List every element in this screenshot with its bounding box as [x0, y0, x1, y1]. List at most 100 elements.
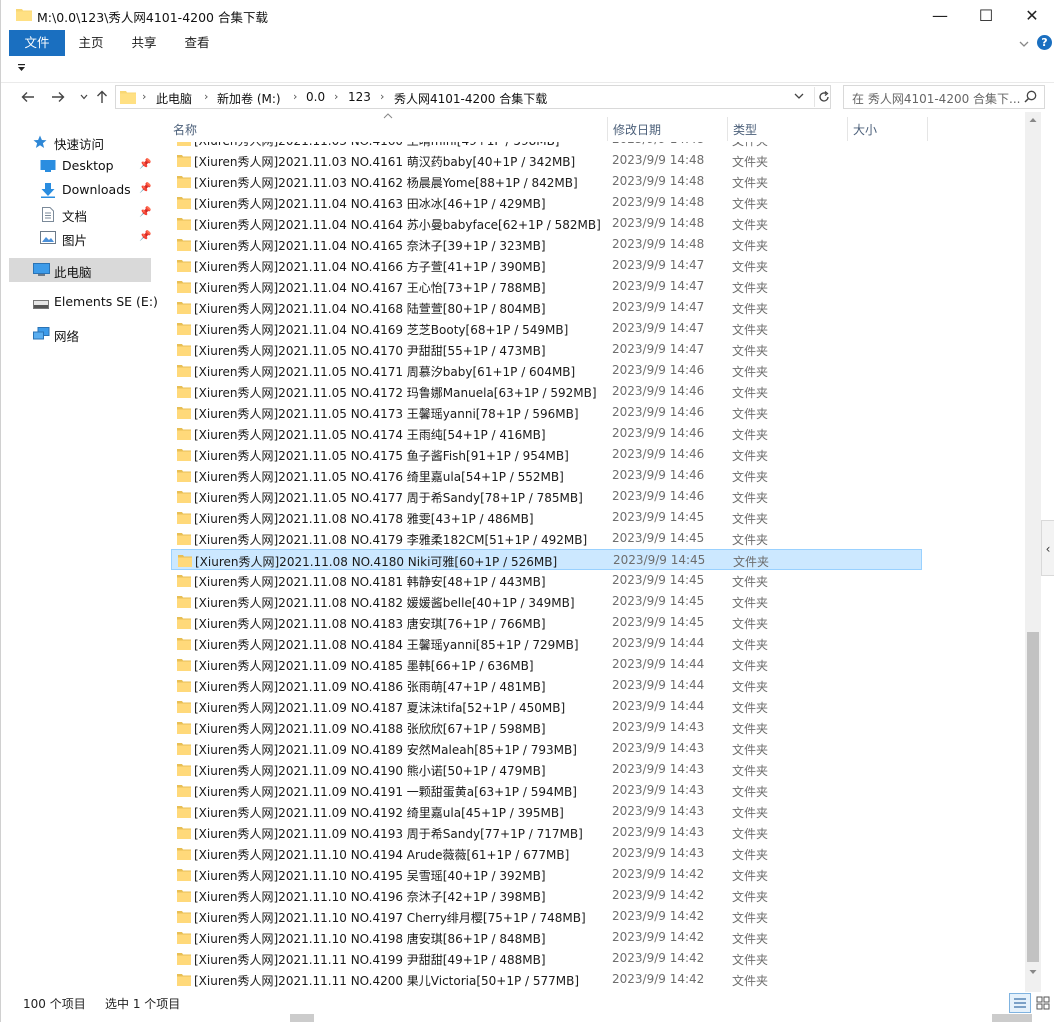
file-row[interactable]: [Xiuren秀人网]2021.11.08 NO.4178 雅雯[43+1P /… — [171, 507, 922, 528]
breadcrumb-folder-123[interactable]: 123 — [348, 90, 371, 104]
nav-item-pictures[interactable]: 图片 📌 — [9, 226, 151, 250]
tab-file[interactable]: 文件 — [9, 30, 65, 56]
file-row[interactable]: [Xiuren秀人网]2021.11.08 NO.4183 唐安琪[76+1P … — [171, 612, 922, 633]
up-arrow-icon[interactable] — [91, 86, 113, 108]
nav-item-this-pc[interactable]: 此电脑 — [9, 258, 151, 282]
pin-icon[interactable]: 📌 — [139, 207, 151, 218]
tab-home[interactable]: 主页 — [67, 30, 115, 56]
file-row[interactable]: [Xiuren秀人网]2021.11.03 NO.4161 萌汉药baby[40… — [171, 150, 922, 171]
scroll-down-icon[interactable] — [1025, 968, 1041, 980]
column-divider[interactable] — [727, 117, 728, 141]
breadcrumb-chevron-icon[interactable]: › — [334, 90, 338, 103]
breadcrumb-current-folder[interactable]: 秀人网4101-4200 合集下载 — [394, 90, 547, 107]
tab-view[interactable]: 查看 — [171, 30, 223, 56]
breadcrumb-this-pc[interactable]: 此电脑 — [156, 90, 192, 107]
vertical-scrollbar[interactable] — [1025, 112, 1041, 992]
nav-item-network[interactable]: 网络 — [9, 322, 151, 346]
file-row[interactable]: [Xiuren秀人网]2021.11.05 NO.4170 尹甜甜[55+1P … — [171, 339, 922, 360]
breadcrumb-drive[interactable]: 新加卷 (M:) — [217, 90, 281, 107]
file-row[interactable]: [Xiuren秀人网]2021.11.04 NO.4169 芝芝Booty[68… — [171, 318, 922, 339]
file-row[interactable]: [Xiuren秀人网]2021.11.09 NO.4191 一颗甜蛋黄a[63+… — [171, 780, 922, 801]
breadcrumb-chevron-icon[interactable]: › — [204, 90, 208, 103]
maximize-button[interactable]: ☐ — [963, 0, 1009, 30]
refresh-icon[interactable] — [814, 87, 833, 107]
nav-item-desktop[interactable]: Desktop 📌 — [9, 154, 151, 178]
file-row[interactable]: [Xiuren秀人网]2021.11.10 NO.4197 Cherry绯月樱[… — [171, 906, 922, 927]
details-view-icon[interactable] — [1009, 993, 1031, 1013]
nav-item-documents[interactable]: 文档 📌 — [9, 202, 151, 226]
file-row[interactable]: [Xiuren秀人网]2021.11.04 NO.4164 苏小曼babyfac… — [171, 213, 922, 234]
search-box[interactable]: 在 秀人网4101-4200 合集下... — [843, 85, 1045, 109]
file-row[interactable]: [Xiuren秀人网]2021.11.04 NO.4165 奈沐子[39+1P … — [171, 234, 922, 255]
column-header-type[interactable]: 类型 — [733, 121, 757, 138]
pin-icon[interactable]: 📌 — [139, 183, 151, 194]
file-row[interactable]: [Xiuren秀人网]2021.11.09 NO.4185 墨韩[66+1P /… — [171, 654, 922, 675]
preview-pane-toggle-chevron-left-icon[interactable]: ‹ — [1041, 520, 1054, 576]
file-row[interactable]: [Xiuren秀人网]2021.11.05 NO.4177 周于希Sandy[7… — [171, 486, 922, 507]
file-row[interactable]: [Xiuren秀人网]2021.11.08 NO.4180 Niki可雅[60+… — [171, 549, 922, 570]
breadcrumb-chevron-icon[interactable]: › — [380, 90, 384, 103]
file-name: [Xiuren秀人网]2021.11.10 NO.4196 奈沐子[42+1P … — [194, 890, 546, 904]
nav-item-quick-access[interactable]: 快速访问 — [9, 130, 151, 154]
file-row[interactable]: [Xiuren秀人网]2021.11.08 NO.4182 媛媛酱belle[4… — [171, 591, 922, 612]
file-row[interactable]: [Xiuren秀人网]2021.11.10 NO.4194 Arude薇薇[61… — [171, 843, 922, 864]
file-row[interactable]: [Xiuren秀人网]2021.11.05 NO.4172 玛鲁娜Manuela… — [171, 381, 922, 402]
column-divider[interactable] — [607, 117, 608, 141]
column-header-date[interactable]: 修改日期 — [613, 121, 661, 138]
minimize-button[interactable]: — — [917, 0, 963, 30]
column-divider[interactable] — [847, 117, 848, 141]
file-row[interactable]: [Xiuren秀人网]2021.11.10 NO.4195 吴雪瑶[40+1P … — [171, 864, 922, 885]
file-type: 文件夹 — [732, 890, 769, 904]
file-row[interactable]: [Xiuren秀人网]2021.11.08 NO.4179 李雅柔182CM[5… — [171, 528, 922, 549]
search-icon[interactable] — [1024, 90, 1037, 106]
file-row[interactable]: [Xiuren秀人网]2021.11.08 NO.4181 韩静安[48+1P … — [171, 570, 922, 591]
tab-share[interactable]: 共享 — [119, 30, 169, 56]
nav-item-downloads[interactable]: Downloads 📌 — [9, 178, 151, 202]
help-icon[interactable]: ? — [1037, 35, 1052, 50]
file-row[interactable]: [Xiuren秀人网]2021.11.09 NO.4189 安然Maleah[8… — [171, 738, 922, 759]
folder-icon — [177, 658, 191, 674]
back-arrow-icon[interactable] — [17, 86, 39, 108]
file-row[interactable]: [Xiuren秀人网]2021.11.11 NO.4199 尹甜甜[49+1P … — [171, 948, 922, 969]
customize-toolbar-icon[interactable] — [17, 64, 26, 75]
file-row[interactable]: [Xiuren秀人网]2021.11.09 NO.4188 张欣欣[67+1P … — [171, 717, 922, 738]
file-row[interactable]: [Xiuren秀人网]2021.11.10 NO.4196 奈沐子[42+1P … — [171, 885, 922, 906]
forward-arrow-icon[interactable] — [47, 86, 69, 108]
address-history-chevron-down-icon[interactable] — [794, 90, 804, 103]
file-row[interactable]: [Xiuren秀人网]2021.11.11 NO.4200 果儿Victoria… — [171, 969, 922, 990]
column-divider[interactable] — [927, 117, 928, 141]
pin-icon[interactable]: 📌 — [139, 231, 151, 242]
pin-icon[interactable]: 📌 — [139, 159, 151, 170]
breadcrumb-folder-00[interactable]: 0.0 — [306, 90, 325, 104]
file-row[interactable]: [Xiuren秀人网]2021.11.09 NO.4187 夏沫沫tifa[52… — [171, 696, 922, 717]
file-row[interactable]: [Xiuren秀人网]2021.11.05 NO.4171 周慕汐baby[61… — [171, 360, 922, 381]
file-row[interactable]: [Xiuren秀人网]2021.11.04 NO.4166 方子萱[41+1P … — [171, 255, 922, 276]
close-button[interactable]: ✕ — [1009, 0, 1054, 30]
file-row[interactable]: [Xiuren秀人网]2021.11.03 NO.4162 杨晨晨Yome[88… — [171, 171, 922, 192]
file-row[interactable]: [Xiuren秀人网]2021.11.05 NO.4175 鱼子酱Fish[91… — [171, 444, 922, 465]
address-bar[interactable]: › 此电脑 › 新加卷 (M:) › 0.0 › 123 › 秀人网4101-4… — [115, 85, 831, 109]
column-header-name[interactable]: 名称 — [173, 121, 197, 138]
file-row[interactable]: [Xiuren秀人网]2021.11.10 NO.4198 唐安琪[86+1P … — [171, 927, 922, 948]
file-type: 文件夹 — [732, 785, 769, 799]
column-header-size[interactable]: 大小 — [853, 121, 877, 138]
breadcrumb-chevron-icon[interactable]: › — [293, 90, 297, 103]
breadcrumb-chevron-icon[interactable]: › — [142, 90, 146, 103]
file-row[interactable]: [Xiuren秀人网]2021.11.08 NO.4184 王馨瑶yanni[8… — [171, 633, 922, 654]
expand-ribbon-chevron-down-icon[interactable] — [1017, 37, 1031, 51]
search-input[interactable]: 在 秀人网4101-4200 合集下... — [852, 90, 1022, 107]
large-icons-view-icon[interactable] — [1033, 993, 1053, 1013]
file-row[interactable]: [Xiuren秀人网]2021.11.04 NO.4163 田冰冰[46+1P … — [171, 192, 922, 213]
file-row[interactable]: [Xiuren秀人网]2021.11.05 NO.4173 王馨瑶yanni[7… — [171, 402, 922, 423]
file-row[interactable]: [Xiuren秀人网]2021.11.04 NO.4168 陆萱萱[80+1P … — [171, 297, 922, 318]
file-row[interactable]: [Xiuren秀人网]2021.11.09 NO.4192 绮里嘉ula[45+… — [171, 801, 922, 822]
file-row[interactable]: [Xiuren秀人网]2021.11.04 NO.4167 王心怡[73+1P … — [171, 276, 922, 297]
nav-item-elements-drive[interactable]: Elements SE (E:) — [9, 290, 158, 314]
file-row[interactable]: [Xiuren秀人网]2021.11.05 NO.4176 绮里嘉ula[54+… — [171, 465, 922, 486]
file-row[interactable]: [Xiuren秀人网]2021.11.09 NO.4193 周于希Sandy[7… — [171, 822, 922, 843]
file-row[interactable]: [Xiuren秀人网]2021.11.09 NO.4190 熊小诺[50+1P … — [171, 759, 922, 780]
scrollbar-thumb[interactable] — [1027, 632, 1039, 962]
file-row[interactable]: [Xiuren秀人网]2021.11.05 NO.4174 王雨纯[54+1P … — [171, 423, 922, 444]
scroll-up-icon[interactable] — [1025, 116, 1041, 128]
file-row[interactable]: [Xiuren秀人网]2021.11.09 NO.4186 张雨萌[47+1P … — [171, 675, 922, 696]
